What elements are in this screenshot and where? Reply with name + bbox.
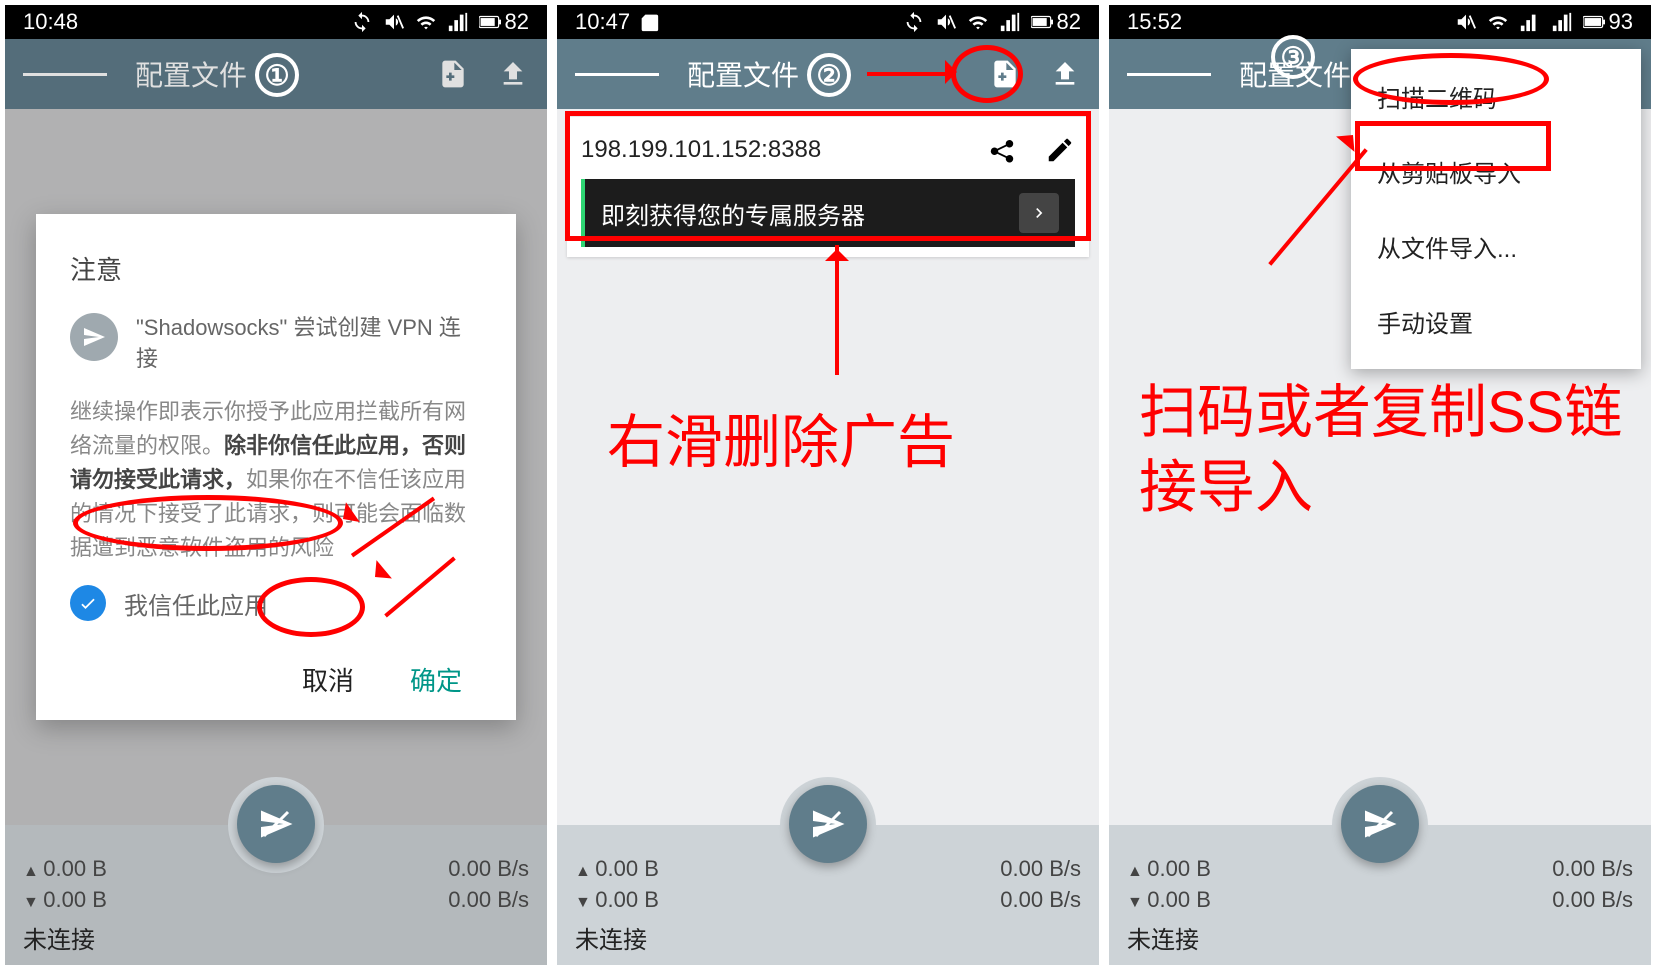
battery-pct: 93 [1609, 9, 1633, 35]
add-menu-popup: 扫描二维码 从剪贴板导入 从文件导入... 手动设置 [1351, 49, 1641, 369]
volume-icon [935, 11, 957, 33]
download-rate: 0.00 B/s [448, 885, 529, 916]
upload-rate: 0.00 B/s [1552, 854, 1633, 885]
trust-label: 我信任此应用 [124, 586, 268, 621]
download-total: 0.00 B [575, 885, 659, 916]
connection-status: 未连接 [23, 920, 529, 955]
volume-icon [1455, 11, 1477, 33]
upload-total: 0.00 B [575, 854, 659, 885]
menu-import-clipboard[interactable]: 从剪贴板导入 [1351, 134, 1641, 209]
anno-arrow-4-head [825, 237, 849, 261]
menu-manual[interactable]: 手动设置 [1351, 284, 1641, 359]
upload-total: 0.00 B [1127, 854, 1211, 885]
anno-arrow-4-line [835, 245, 839, 375]
battery-pct: 82 [1057, 9, 1081, 35]
menu-scan-qr[interactable]: 扫描二维码 [1351, 59, 1641, 134]
chevron-right-icon[interactable] [1019, 193, 1059, 233]
connection-status: 未连接 [575, 920, 1081, 955]
anno-arrow-3-head [945, 60, 969, 84]
connect-fab[interactable] [1341, 785, 1419, 863]
wifi-icon [415, 11, 437, 33]
content-area: 扫描二维码 从剪贴板导入 从文件导入... 手动设置 [1109, 109, 1651, 825]
download-rate: 0.00 B/s [1552, 885, 1633, 916]
signal-icon [1519, 11, 1541, 33]
signal-icon [447, 11, 469, 33]
footer-bar: 0.00 B 0.00 B 0.00 B/s 0.00 B/s 未连接 [557, 825, 1099, 965]
server-address: 198.199.101.152:8388 [581, 136, 821, 164]
screen-1: 10:48 82 配置文件 [5, 5, 547, 965]
dialog-title: 注意 [70, 250, 482, 287]
connect-fab[interactable] [789, 785, 867, 863]
sync-icon [351, 11, 373, 33]
vpn-dialog: 注意 "Shadowsocks" 尝试创建 VPN 连接 继续操作即表示你授予此… [36, 214, 516, 720]
battery-indicator: 82 [479, 9, 529, 35]
paper-plane-icon [70, 313, 118, 361]
status-bar: 10:47 82 [557, 5, 1099, 39]
content-area: 注意 "Shadowsocks" 尝试创建 VPN 连接 继续操作即表示你授予此… [5, 109, 547, 825]
download-total: 0.00 B [1127, 885, 1211, 916]
connection-status: 未连接 [1127, 920, 1633, 955]
dialog-subtitle: "Shadowsocks" 尝试创建 VPN 连接 [136, 313, 482, 375]
battery-pct: 82 [505, 9, 529, 35]
battery-indicator: 93 [1583, 9, 1633, 35]
connect-fab[interactable] [237, 785, 315, 863]
signal-icon [999, 11, 1021, 33]
footer-bar: 0.00 B 0.00 B 0.00 B/s 0.00 B/s 未连接 [5, 825, 547, 965]
dialog-body: 继续操作即表示你授予此应用拦截所有网络流量的权限。除非你信任此应用，否则请勿接受… [70, 395, 482, 565]
profile-card[interactable]: 198.199.101.152:8388 即刻获得您的专属服务器 [567, 117, 1089, 257]
menu-button[interactable] [1127, 70, 1211, 79]
trust-checkbox[interactable] [70, 585, 106, 621]
battery-indicator: 82 [1031, 9, 1081, 35]
upload-rate: 0.00 B/s [1000, 854, 1081, 885]
app-bar: 配置文件 [557, 39, 1099, 109]
share-icon[interactable] [987, 135, 1017, 165]
download-total: 0.00 B [23, 885, 107, 916]
download-rate: 0.00 B/s [1000, 885, 1081, 916]
sim-icon [638, 11, 660, 33]
anno-arrow-3-line [867, 72, 951, 76]
ad-text: 即刻获得您的专属服务器 [601, 196, 865, 231]
volume-icon [383, 11, 405, 33]
app-bar: 配置文件 [5, 39, 547, 109]
status-bar: 10:48 82 [5, 5, 547, 39]
dialog-backdrop: 注意 "Shadowsocks" 尝试创建 VPN 连接 继续操作即表示你授予此… [5, 109, 547, 825]
menu-button[interactable] [575, 70, 659, 79]
upload-total: 0.00 B [23, 854, 107, 885]
menu-import-file[interactable]: 从文件导入... [1351, 209, 1641, 284]
add-profile-button[interactable] [989, 58, 1021, 90]
status-time: 10:48 [23, 9, 78, 35]
content-area: 198.199.101.152:8388 即刻获得您的专属服务器 [557, 109, 1099, 825]
upload-rate: 0.00 B/s [448, 854, 529, 885]
cancel-button[interactable]: 取消 [302, 661, 354, 698]
ok-button[interactable]: 确定 [410, 661, 462, 698]
edit-icon[interactable] [1045, 135, 1075, 165]
status-bar: 15:52 93 [1109, 5, 1651, 39]
status-time: 15:52 [1127, 9, 1182, 35]
wifi-icon [1487, 11, 1509, 33]
status-time: 10:47 [575, 9, 630, 35]
signal2-icon [1551, 11, 1573, 33]
screen-2: 10:47 82 配置文件 [557, 5, 1099, 965]
footer-bar: 0.00 B 0.00 B 0.00 B/s 0.00 B/s 未连接 [1109, 825, 1651, 965]
wifi-icon [967, 11, 989, 33]
sync-icon [903, 11, 925, 33]
upload-button[interactable] [1049, 58, 1081, 90]
screen-3: 15:52 93 配置文件 扫描二维码 从剪贴板导入 从文件导入... 手动设 [1109, 5, 1651, 965]
